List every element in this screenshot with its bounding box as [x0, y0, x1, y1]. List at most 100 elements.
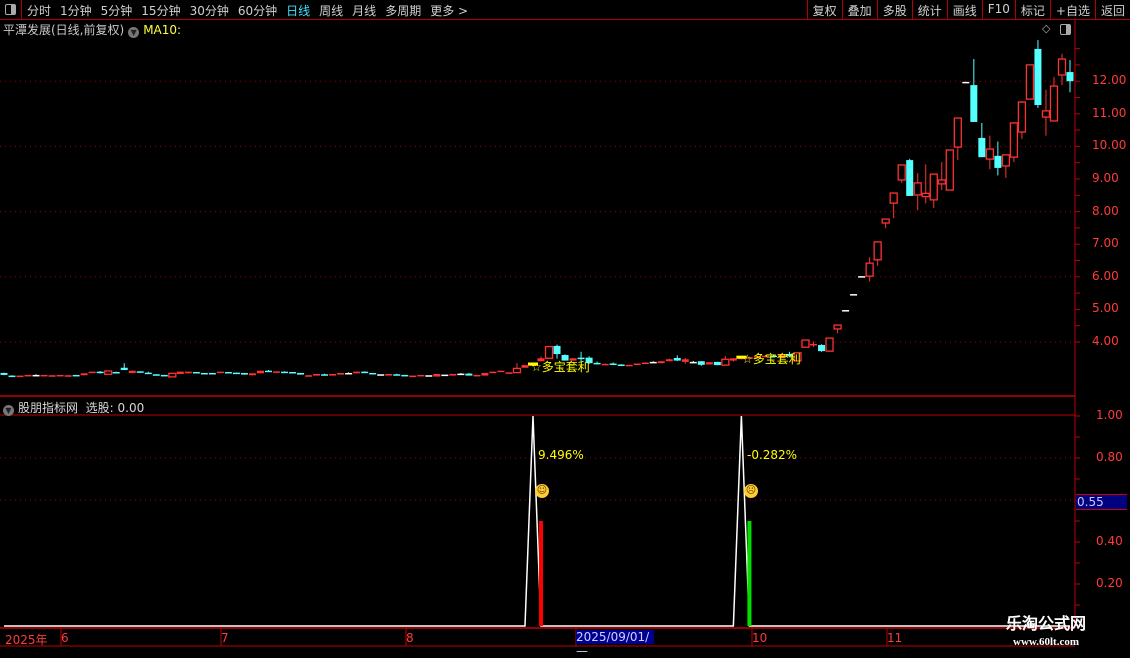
candle-body [176, 371, 184, 374]
candle-body [441, 374, 449, 377]
candle-body [810, 343, 818, 346]
candle-body [248, 373, 256, 376]
candle-body [417, 374, 425, 377]
candle-body [281, 371, 289, 374]
candle-body [601, 363, 609, 366]
candle-body [489, 371, 497, 374]
signal-bar [539, 521, 544, 626]
candle-body [913, 182, 922, 196]
candle-body [929, 173, 938, 201]
candle-body [937, 179, 946, 185]
candle-body [433, 373, 441, 377]
candle-body [377, 374, 385, 376]
candle-body [681, 359, 689, 362]
candle-body [160, 374, 168, 377]
price-axis-label: 5.00 [1092, 301, 1119, 316]
candle-body [721, 358, 730, 366]
candle-body [297, 372, 305, 375]
candle-body [1017, 101, 1027, 133]
candle-body [705, 362, 713, 365]
kline-chart[interactable] [0, 0, 1130, 650]
price-axis-label: 8.00 [1092, 203, 1119, 218]
candle-body [665, 359, 673, 362]
pct-label: -0.282% [747, 448, 798, 462]
candle-body [953, 117, 962, 148]
candle-body [818, 344, 826, 352]
candle-body [897, 164, 906, 181]
date-label: 7 [221, 631, 229, 645]
smiley-happy-icon: ☺ [535, 484, 549, 498]
candle-body [385, 373, 393, 376]
candle-body [16, 375, 24, 378]
candle-body [1009, 122, 1019, 158]
watermark-name: 乐淘公式网 [1005, 614, 1086, 633]
candle-body [833, 324, 842, 330]
candle-body [1057, 58, 1067, 76]
candle-body [112, 371, 120, 374]
candle-body [889, 192, 898, 204]
candle-body [512, 367, 522, 374]
pct-label: 9.496% [538, 448, 584, 462]
candle-body [208, 372, 216, 375]
candle-body [625, 364, 633, 367]
candle-body [224, 371, 232, 374]
candle-body [521, 365, 529, 368]
candle-body [24, 374, 32, 377]
price-axis-label: 7.00 [1092, 236, 1119, 251]
candle-body [401, 374, 409, 377]
candle-body [32, 374, 40, 377]
indicator-name: 股朋指标网 [18, 401, 79, 415]
watermark-url: www.60lt.com [1013, 636, 1079, 648]
candle-body [200, 372, 208, 375]
candle-body [801, 339, 810, 348]
candle-body [64, 375, 72, 377]
candle-body [825, 337, 834, 352]
candle-body [713, 361, 721, 366]
candle-body [850, 294, 858, 296]
annotation-label: ☆多宝套利 [531, 360, 590, 374]
cursor-date: 2025/09/01/— [576, 630, 654, 658]
candle-body [881, 218, 890, 224]
candle-body [497, 370, 505, 373]
price-axis-label: 11.00 [1092, 105, 1127, 120]
candle-body [649, 361, 657, 364]
candle-body [273, 371, 281, 373]
price-axis-label: 6.00 [1092, 268, 1119, 283]
candle-body [369, 372, 377, 375]
candle-body [264, 370, 272, 373]
candle-body [641, 362, 649, 365]
price-axis-label: 9.00 [1092, 171, 1119, 185]
signal-bar [747, 521, 752, 626]
candle-body [313, 373, 321, 376]
candle-body [858, 276, 866, 278]
indicator-line [4, 415, 1070, 627]
candle-body [80, 373, 88, 376]
candle-body [168, 372, 177, 378]
candle-body [289, 371, 297, 374]
candle-body [962, 81, 970, 84]
candle-body [457, 373, 465, 376]
candle-body [544, 345, 554, 359]
candle-body [144, 372, 152, 375]
candle-body [337, 372, 345, 375]
indicator-axis-label: 0.20 [1096, 576, 1123, 590]
candle-body [873, 241, 882, 261]
candle-body [256, 370, 264, 374]
candle-body [8, 375, 16, 378]
candle-body [609, 363, 617, 366]
candle-body [40, 374, 48, 377]
candle-body [0, 372, 8, 375]
candle-body [104, 370, 113, 375]
annotation-label: ☆多宝套利 [742, 352, 801, 366]
candle-body [657, 361, 665, 364]
date-label: 8 [406, 631, 414, 645]
candle-body [1041, 110, 1051, 118]
candle-body [232, 372, 240, 375]
chevron-down-icon[interactable]: ▼ [3, 405, 14, 416]
date-label: 2025年 [5, 633, 48, 647]
date-label: 6 [61, 631, 69, 645]
watermark: 乐淘公式网 www.60lt.com [1000, 610, 1092, 648]
candle-body [689, 361, 697, 364]
candle-body [1066, 72, 1074, 82]
candle-body [1034, 48, 1042, 105]
